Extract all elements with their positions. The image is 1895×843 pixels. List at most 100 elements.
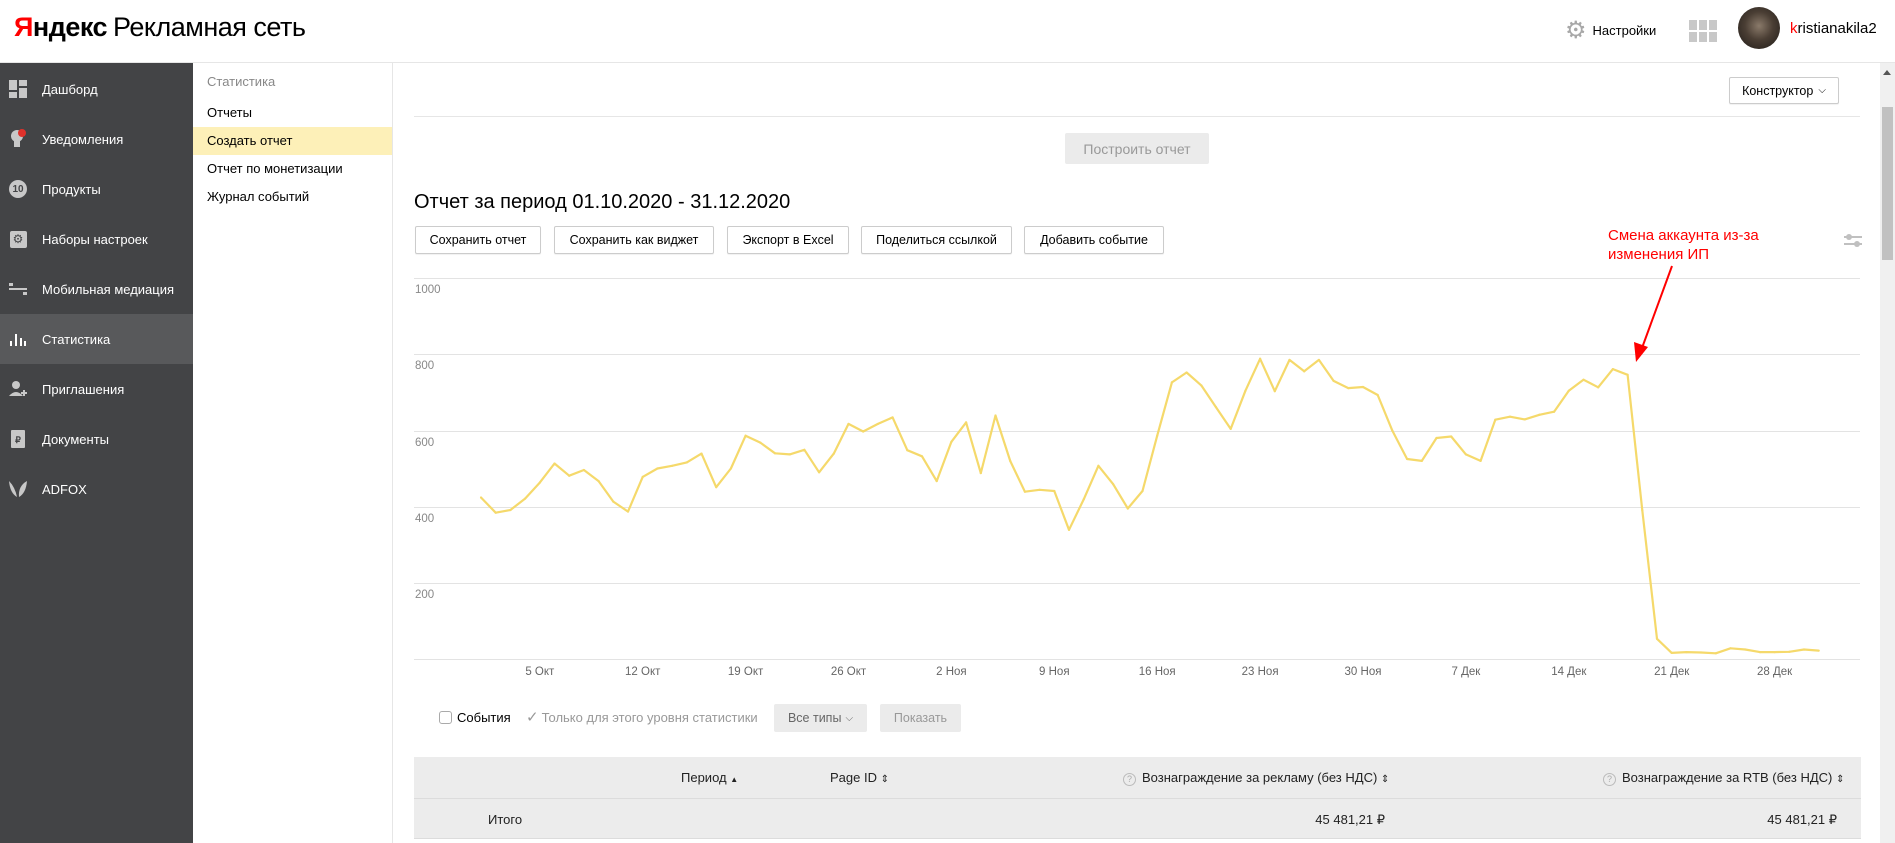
data-point[interactable] xyxy=(1420,459,1423,462)
data-point[interactable] xyxy=(1097,464,1100,467)
data-point[interactable] xyxy=(1185,371,1188,374)
data-point[interactable] xyxy=(965,421,968,424)
data-point[interactable] xyxy=(1582,378,1585,381)
data-point[interactable] xyxy=(818,471,821,474)
data-point[interactable] xyxy=(1347,387,1350,390)
data-point[interactable] xyxy=(994,414,997,417)
column-header-ad-reward[interactable]: ? Вознаграждение за рекламу (без НДС) ⇕ xyxy=(1123,770,1389,786)
data-point[interactable] xyxy=(1479,459,1482,462)
data-point[interactable] xyxy=(553,462,556,465)
data-point[interactable] xyxy=(1023,490,1026,493)
data-point[interactable] xyxy=(1391,429,1394,432)
data-point[interactable] xyxy=(1332,379,1335,382)
data-point[interactable] xyxy=(479,496,483,499)
data-point[interactable] xyxy=(1317,358,1320,362)
data-point[interactable] xyxy=(1259,357,1262,360)
data-point[interactable] xyxy=(1655,637,1659,640)
data-point[interactable] xyxy=(1112,483,1115,486)
data-point[interactable] xyxy=(626,510,630,513)
data-point[interactable] xyxy=(700,452,703,455)
data-point[interactable] xyxy=(1170,381,1173,384)
data-point[interactable] xyxy=(1714,652,1717,655)
data-point[interactable] xyxy=(862,430,865,433)
data-point[interactable] xyxy=(1288,358,1291,362)
data-point[interactable] xyxy=(1038,488,1041,491)
data-point[interactable] xyxy=(1156,434,1159,437)
column-header-rtb-reward[interactable]: ? Вознаграждение за RTB (без НДС) ⇕ xyxy=(1603,770,1844,786)
data-point[interactable] xyxy=(1053,489,1056,493)
column-header-period[interactable]: Период ▲ xyxy=(681,770,738,785)
data-point[interactable] xyxy=(597,479,600,483)
data-point[interactable] xyxy=(641,475,644,478)
all-types-dropdown[interactable]: Все типы ⌵ xyxy=(774,704,867,732)
scrollbar-thumb[interactable] xyxy=(1882,107,1893,260)
data-point[interactable] xyxy=(509,508,512,512)
data-point[interactable] xyxy=(1244,389,1247,392)
data-point[interactable] xyxy=(1626,373,1629,376)
data-point[interactable] xyxy=(1406,457,1409,461)
data-point[interactable] xyxy=(847,422,850,426)
show-events-button[interactable]: Показать xyxy=(880,704,961,732)
data-point[interactable] xyxy=(1553,410,1556,413)
data-point[interactable] xyxy=(1641,509,1644,512)
data-point[interactable] xyxy=(729,467,733,470)
data-point[interactable] xyxy=(832,452,835,455)
data-point[interactable] xyxy=(1200,384,1203,387)
data-point[interactable] xyxy=(1141,489,1144,493)
help-icon[interactable]: ? xyxy=(1603,773,1616,786)
data-point[interactable] xyxy=(1067,528,1071,531)
data-point[interactable] xyxy=(538,481,541,484)
data-point[interactable] xyxy=(950,440,953,443)
data-point[interactable] xyxy=(1508,415,1512,418)
data-point[interactable] xyxy=(1361,385,1365,389)
data-point[interactable] xyxy=(1376,393,1379,397)
data-point[interactable] xyxy=(1611,367,1614,371)
data-point[interactable] xyxy=(1700,651,1703,654)
data-point[interactable] xyxy=(1685,651,1688,654)
data-point[interactable] xyxy=(671,464,674,467)
data-point[interactable] xyxy=(803,448,806,451)
data-point[interactable] xyxy=(1494,418,1497,421)
data-point[interactable] xyxy=(1229,427,1232,430)
data-point[interactable] xyxy=(920,455,924,458)
data-point[interactable] xyxy=(1567,389,1570,392)
data-point[interactable] xyxy=(1214,406,1218,409)
data-point[interactable] xyxy=(1729,647,1732,650)
data-point[interactable] xyxy=(1464,453,1467,456)
data-point[interactable] xyxy=(582,468,586,472)
checkbox-box[interactable] xyxy=(439,711,452,724)
data-point[interactable] xyxy=(788,453,791,456)
data-point[interactable] xyxy=(744,434,747,437)
data-point[interactable] xyxy=(524,497,527,500)
data-point[interactable] xyxy=(1523,418,1526,421)
data-point[interactable] xyxy=(1788,650,1791,653)
data-point[interactable] xyxy=(1273,390,1276,393)
events-checkbox[interactable]: События xyxy=(439,710,511,725)
data-point[interactable] xyxy=(759,441,762,444)
data-point[interactable] xyxy=(1435,436,1438,440)
data-point[interactable] xyxy=(906,449,909,452)
column-header-page-id[interactable]: Page ID ⇕ xyxy=(830,770,889,785)
data-point[interactable] xyxy=(876,422,880,426)
data-point[interactable] xyxy=(1744,648,1747,651)
data-point[interactable] xyxy=(1597,386,1600,389)
data-point[interactable] xyxy=(891,416,894,419)
data-point[interactable] xyxy=(1538,413,1541,416)
data-point[interactable] xyxy=(494,511,497,514)
data-point[interactable] xyxy=(1670,651,1673,655)
data-point[interactable] xyxy=(1082,498,1085,501)
data-point[interactable] xyxy=(1773,651,1776,654)
data-point[interactable] xyxy=(612,500,615,503)
help-icon[interactable]: ? xyxy=(1123,773,1136,786)
data-point[interactable] xyxy=(656,467,659,470)
data-point[interactable] xyxy=(1802,648,1806,651)
data-point[interactable] xyxy=(1303,370,1306,373)
data-point[interactable] xyxy=(773,452,777,455)
only-this-level-checkbox[interactable]: ✓ Только для этого уровня статистики xyxy=(526,708,758,726)
data-point[interactable] xyxy=(1817,649,1820,652)
data-point[interactable] xyxy=(715,486,718,489)
scroll-up-arrow[interactable] xyxy=(1883,70,1891,75)
data-point[interactable] xyxy=(1758,651,1761,654)
data-point[interactable] xyxy=(1009,459,1012,462)
data-point[interactable] xyxy=(979,471,982,475)
